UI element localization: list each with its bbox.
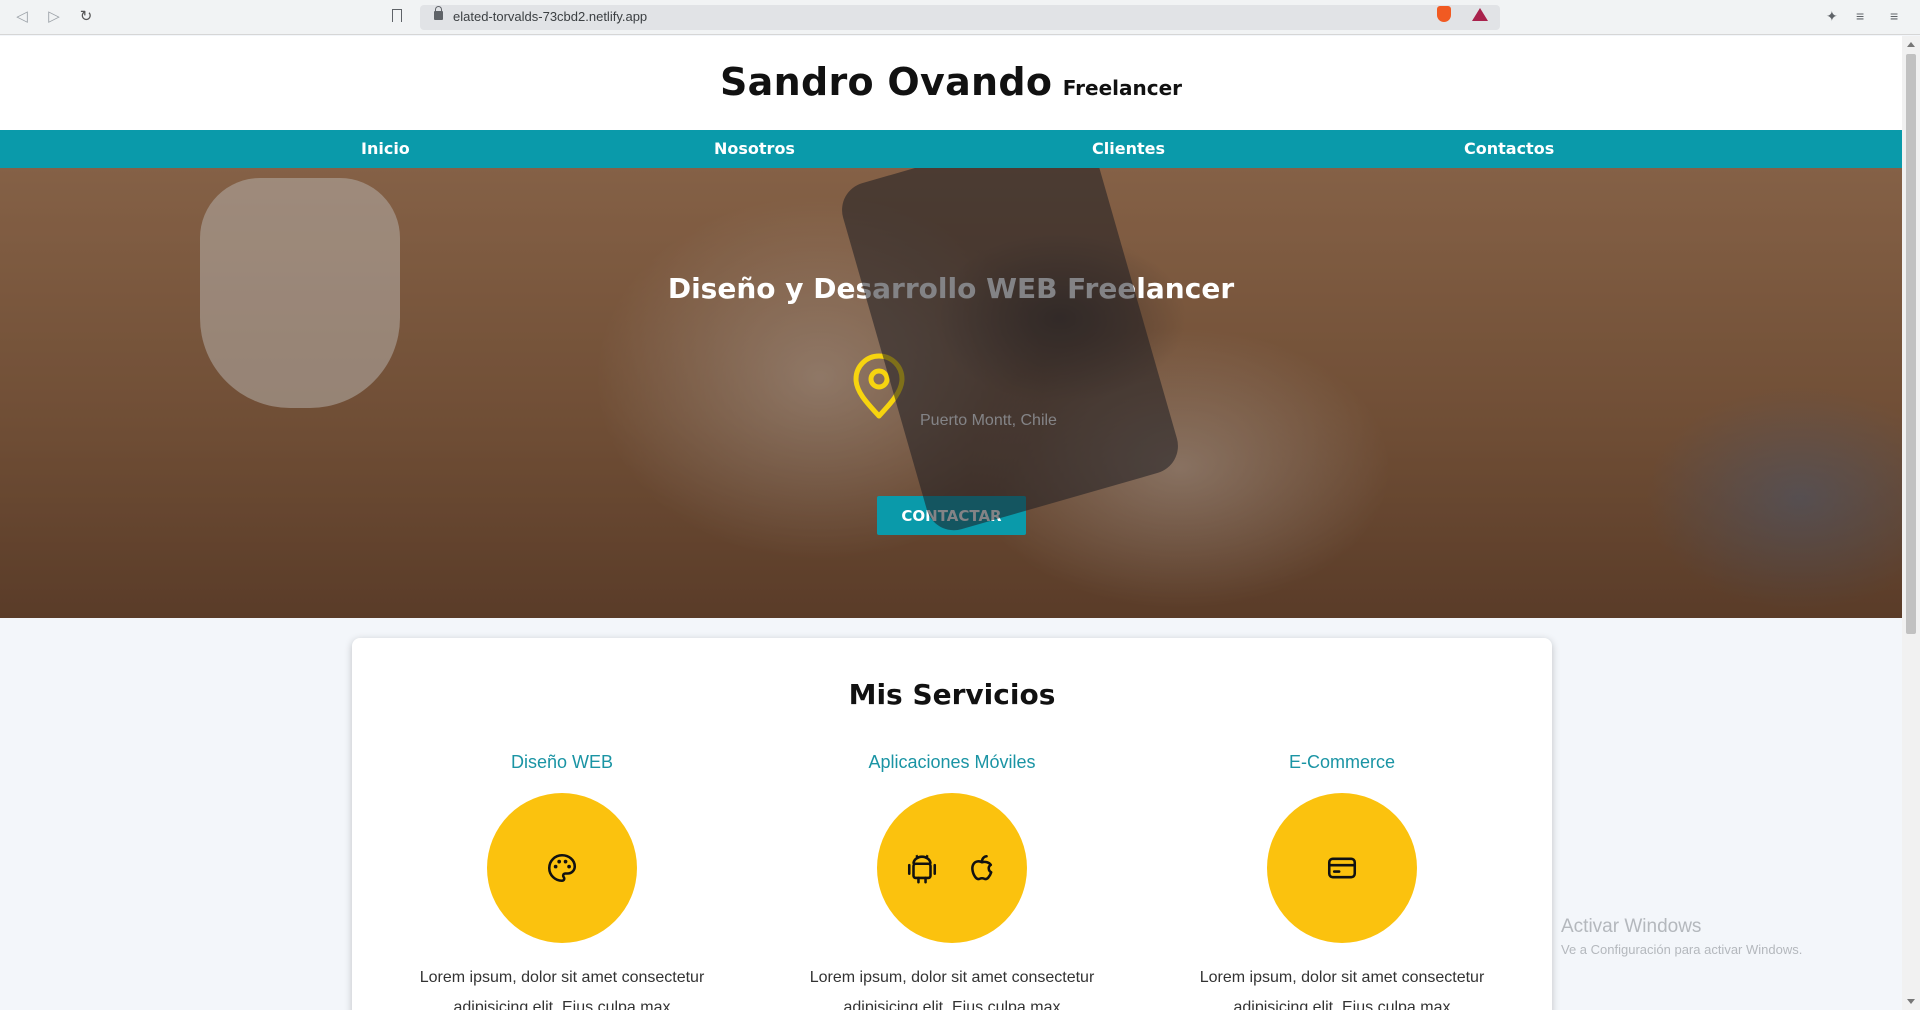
service-aplicaciones-moviles: Aplicaciones Móviles Lorem ipsum, dolor … [772, 752, 1132, 1010]
credit-card-icon [1327, 857, 1357, 879]
brave-shield-icon[interactable] [1437, 6, 1451, 22]
brand-role: Freelancer [1062, 76, 1183, 100]
services-title: Mis Servicios [848, 678, 1056, 711]
contactar-button[interactable]: CONTACTAR [877, 496, 1026, 535]
forward-icon[interactable]: ▷ [44, 7, 64, 27]
lock-icon [434, 6, 443, 20]
hero-overlay [0, 168, 1902, 618]
main-nav: Inicio Nosotros Clientes Contactos [0, 130, 1902, 168]
service-description: Lorem ipsum, dolor sit amet consectetur … [809, 969, 1095, 1010]
android-icon [907, 854, 937, 884]
service-name: E-Commerce [1288, 752, 1395, 772]
service-icon-circle [1267, 793, 1417, 943]
service-name: Aplicaciones Móviles [868, 752, 1036, 772]
url-text: elated-torvalds-73cbd2.netlify.app [453, 9, 648, 24]
palette-icon [547, 853, 577, 883]
bookmark-icon[interactable] [392, 9, 402, 22]
watermark-subtitle: Ve a Configuración para activar Windows. [1561, 942, 1803, 957]
hero-section: Diseño y Desarrollo WEB Freelancer Puert… [0, 168, 1902, 618]
watermark-title: Activar Windows [1561, 916, 1702, 937]
playlist-icon[interactable]: ≡ [1856, 8, 1864, 24]
apple-icon [971, 854, 993, 881]
scroll-down-icon[interactable] [1907, 999, 1915, 1004]
nav-link-inicio[interactable]: Inicio [361, 139, 410, 158]
nav-link-clientes[interactable]: Clientes [1092, 139, 1165, 158]
extensions-icon[interactable]: ✦ [1826, 8, 1838, 25]
reload-icon[interactable]: ↻ [76, 7, 96, 27]
address-bar[interactable]: elated-torvalds-73cbd2.netlify.app [420, 5, 1500, 30]
brave-rewards-icon[interactable] [1472, 8, 1488, 21]
service-icon-circle [877, 793, 1027, 943]
services-card: Mis Servicios Diseño WEB Lorem ipsum, do… [352, 638, 1552, 1010]
brand-name: Sandro Ovando [719, 60, 1053, 104]
service-icon-circle [487, 793, 637, 943]
menu-icon[interactable]: ≡ [1890, 8, 1898, 24]
scroll-thumb[interactable] [1906, 54, 1916, 634]
hero-title: Diseño y Desarrollo WEB Freelancer [667, 272, 1235, 305]
service-description: Lorem ipsum, dolor sit amet consectetur … [419, 969, 705, 1010]
service-e-commerce: E-Commerce Lorem ipsum, dolor sit amet c… [1162, 752, 1522, 1010]
location-pin-icon [853, 353, 905, 419]
scroll-up-icon[interactable] [1907, 42, 1915, 47]
windows-watermark: Activar Windows Ve a Configuración para … [1561, 916, 1802, 957]
browser-toolbar: ◁ ▷ ↻ elated-torvalds-73cbd2.netlify.app… [0, 0, 1920, 35]
service-description: Lorem ipsum, dolor sit amet consectetur … [1199, 969, 1485, 1010]
service-diseno-web: Diseño WEB Lorem ipsum, dolor sit amet c… [382, 752, 742, 1010]
location-text: Puerto Montt, Chile [920, 412, 1057, 429]
back-icon[interactable]: ◁ [12, 7, 32, 27]
service-name: Diseño WEB [510, 752, 614, 772]
site-header: Sandro Ovando Freelancer [0, 36, 1902, 130]
nav-link-contactos[interactable]: Contactos [1464, 139, 1554, 158]
page-scrollbar[interactable] [1902, 36, 1920, 1010]
brand: Sandro Ovando Freelancer [0, 60, 1902, 104]
nav-link-nosotros[interactable]: Nosotros [714, 139, 795, 158]
